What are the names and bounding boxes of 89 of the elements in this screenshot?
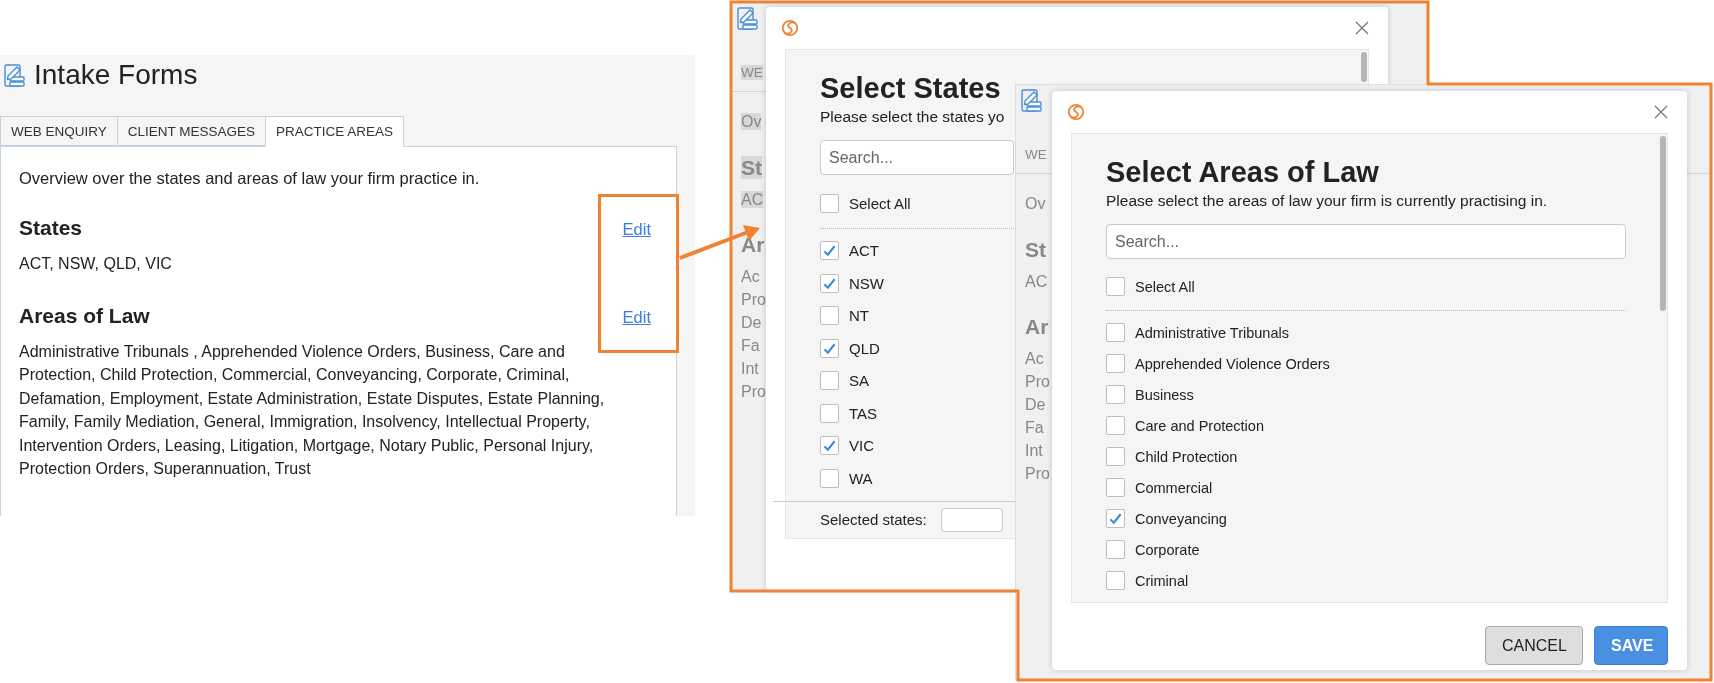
checkbox-label: Conveyancing (1135, 510, 1227, 527)
cancel-button[interactable]: CANCEL (1485, 626, 1583, 665)
section-text: De (1025, 396, 1046, 413)
checkbox-label: Select All (849, 194, 911, 212)
checkbox-label: WA (849, 469, 873, 487)
section-text: Pro (1025, 373, 1050, 390)
section-text: ACT, NSW, QLD, VIC (19, 254, 173, 274)
checkbox-label: ACT (849, 242, 879, 260)
section-heading: Ar (741, 233, 765, 256)
checkbox-label: Apprehended Violence Orders (1135, 355, 1330, 372)
checkbox[interactable] (1106, 478, 1125, 497)
checkbox-label: Commercial (1135, 479, 1213, 496)
intro-text: Ov (741, 113, 762, 130)
section-heading: Ar (1025, 315, 1049, 338)
checkbox-label: Select All (1135, 278, 1195, 295)
tab[interactable]: WEB ENQUIRY (0, 116, 117, 146)
checkbox-label: QLD (849, 339, 880, 357)
section-heading: St (1025, 238, 1046, 261)
dialog-subtitle: Please select the areas of law your firm is currently practising in. (1106, 191, 1548, 211)
tab[interactable]: WE (1025, 147, 1047, 162)
checkbox[interactable] (820, 403, 839, 423)
checkbox[interactable] (820, 241, 839, 261)
checkbox[interactable] (1106, 416, 1125, 435)
checkbox[interactable] (1106, 354, 1125, 373)
field-label: Selected states: (820, 511, 927, 528)
save-button[interactable]: SAVE (1594, 626, 1668, 665)
checkbox[interactable] (820, 193, 839, 213)
checkbox[interactable] (1106, 385, 1125, 404)
checkbox[interactable] (1106, 509, 1125, 528)
section-heading: St (741, 156, 762, 179)
checkbox[interactable] (1106, 323, 1125, 342)
checkbox[interactable] (820, 338, 839, 358)
logo-icon (781, 19, 799, 37)
checkbox-label: SA (849, 372, 869, 390)
section-text: Ac (1025, 350, 1044, 367)
checkbox-label: NSW (849, 274, 884, 292)
page-title: Intake Forms (34, 59, 198, 91)
tab[interactable]: CLIENT MESSAGES (116, 116, 266, 146)
tab[interactable]: PRACTICE AREAS (265, 116, 405, 147)
form-icon (1019, 88, 1043, 113)
section-heading: States (19, 216, 83, 240)
checkbox[interactable] (820, 371, 839, 391)
checkbox-label: Criminal (1135, 572, 1189, 589)
section-text: Pro (1025, 465, 1050, 482)
section-heading: Areas of Law (19, 303, 150, 328)
checkbox[interactable] (820, 468, 839, 488)
selected-field (940, 507, 1003, 532)
logo-icon (1067, 103, 1085, 121)
checkbox-label: NT (849, 307, 869, 325)
checkbox-label: Business (1135, 386, 1194, 403)
scrollbar[interactable] (1660, 136, 1666, 311)
dialog-subtitle: Please select the states yo (820, 107, 1005, 127)
section-text: Int (1025, 442, 1043, 459)
form-icon (735, 6, 759, 31)
checkbox[interactable] (820, 436, 839, 456)
tab[interactable]: WE (741, 65, 763, 80)
section-text: AC (741, 191, 764, 208)
section-text: Administrative Tribunals , Apprehended Violence Orders, Business, Care and Protection, Child Protection, Commercial, Conveyancing, Corporate, Criminal, Defamation, Employment, Estate Administration, Estate Disputes, Estate Planning, Family, Family Mediation, General, Immigration, Insolvency, Intellectual Property, Intervention Orders, Leasing, Litigation, Mortgage, Notary Public, Personal Injury, Protection Orders, Superannuation, Trust (19, 341, 606, 479)
section-text: Pro (741, 291, 766, 308)
edit-link[interactable]: Edit (622, 307, 651, 327)
dialog-title: Select States (820, 71, 1001, 106)
checkbox[interactable] (1106, 447, 1125, 466)
checkbox[interactable] (1106, 277, 1125, 296)
section-text: Fa (741, 337, 760, 354)
checkbox[interactable] (820, 306, 839, 326)
intro-text: Overview over the states and areas of law your firm practice in. (19, 169, 481, 188)
checkbox[interactable] (1106, 540, 1125, 559)
intro-text: Ov (1025, 195, 1046, 212)
section-text: Pro (741, 383, 766, 400)
checkbox-label: Child Protection (1135, 448, 1238, 465)
section-text: Ac (741, 268, 760, 285)
section-text: AC (1025, 273, 1048, 290)
edit-link[interactable]: Edit (622, 220, 651, 239)
checkbox[interactable] (820, 273, 839, 293)
checkbox-label: Administrative Tribunals (1135, 324, 1289, 341)
checkbox[interactable] (1106, 571, 1125, 590)
close-icon (1653, 104, 1669, 120)
checkbox-label: Care and Protection (1135, 417, 1264, 434)
section-text: Int (741, 360, 759, 377)
search-field[interactable]: Search... (1106, 224, 1626, 259)
checkbox-label: TAS (849, 404, 878, 422)
checkbox-label: VIC (849, 437, 874, 455)
scrollbar[interactable] (1361, 52, 1367, 82)
dialog-title: Select Areas of Law (1106, 155, 1379, 190)
search-field[interactable]: Search... (820, 140, 1014, 175)
section-text: De (741, 314, 762, 331)
section-text: Fa (1025, 419, 1044, 436)
checkbox-label: Corporate (1135, 541, 1200, 558)
close-icon (1354, 20, 1370, 36)
